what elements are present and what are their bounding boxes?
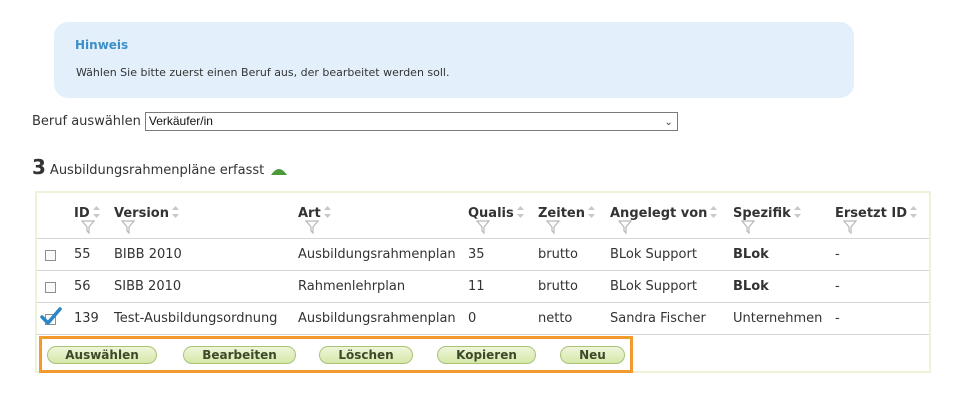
beruf-label: Beruf auswählen [32,113,141,129]
sort-icon[interactable] [793,205,802,223]
notice-box: Hinweis Wählen Sie bitte zuerst einen Be… [54,22,854,98]
sort-icon[interactable] [171,205,180,223]
cell-id: 139 [74,311,99,326]
new-button[interactable]: Neu [560,346,625,364]
cell-spezifik: BLok [733,279,769,294]
checkmark-icon [40,307,62,331]
filter-icon[interactable] [617,219,633,238]
cell-qualis: 0 [468,311,477,326]
cell-spezifik: Unternehmen [733,311,823,326]
cell-version: SIBB 2010 [114,279,182,294]
cell-id: 56 [74,279,91,294]
copy-button[interactable]: Kopieren [437,346,536,364]
sort-icon[interactable] [323,205,332,223]
cell-art: Ausbildungsrahmenplan [298,311,456,326]
collapse-arrow-icon[interactable] [270,161,288,180]
plan-count-number: 3 [32,155,46,179]
row-divider [37,334,929,335]
notice-title: Hinweis [75,38,129,52]
cell-angelegt: Sandra Fischer [610,311,706,326]
filter-icon[interactable] [475,219,491,238]
beruf-select[interactable]: Verkäufer/in ⌄ [144,111,678,131]
edit-button[interactable]: Bearbeiten [183,346,296,364]
cell-qualis: 11 [468,279,485,294]
delete-button[interactable]: Löschen [319,346,413,364]
filter-icon[interactable] [545,219,561,238]
plans-table: ID Version Art Qualis Zeiten Angelegt vo… [35,191,931,373]
filter-icon[interactable] [740,219,756,238]
select-button[interactable]: Auswählen [47,346,157,364]
cell-art: Rahmenlehrplan [298,279,406,294]
chevron-down-icon: ⌄ [664,116,673,128]
action-button-bar: Auswählen Bearbeiten Löschen Kopieren Ne… [39,336,633,373]
plan-count: 3 Ausbildungsrahmenpläne erfasst [32,155,288,179]
cell-id: 55 [74,247,91,262]
cell-angelegt: BLok Support [610,247,697,262]
filter-icon[interactable] [842,219,858,238]
cell-qualis: 35 [468,247,485,262]
filter-icon[interactable] [120,219,136,238]
cell-spezifik: BLok [733,247,769,262]
notice-text: Wählen Sie bitte zuerst einen Beruf aus,… [76,66,450,79]
beruf-select-row: Beruf auswählen Verkäufer/in ⌄ [32,111,678,131]
sort-icon[interactable] [709,205,718,223]
cell-version: BIBB 2010 [114,247,182,262]
plan-count-text: Ausbildungsrahmenpläne erfasst [49,163,265,178]
beruf-selected-value: Verkäufer/in [148,113,213,128]
cell-zeiten: brutto [538,247,578,262]
cell-art: Ausbildungsrahmenplan [298,247,456,262]
sort-icon[interactable] [516,205,525,223]
cell-version: Test-Ausbildungsordnung [114,311,278,326]
cell-ersetzt: - [835,247,840,262]
sort-icon[interactable] [909,205,918,223]
cell-zeiten: netto [538,311,573,326]
sort-icon[interactable] [587,205,596,223]
table-row[interactable]: 56 SIBB 2010 Rahmenlehrplan 11 brutto BL… [37,270,929,303]
row-checkbox[interactable] [45,250,56,261]
filter-icon[interactable] [80,219,96,238]
row-checkbox[interactable] [45,282,56,293]
cell-zeiten: brutto [538,279,578,294]
filter-icon[interactable] [304,219,320,238]
cell-angelegt: BLok Support [610,279,697,294]
header-qualis-label: Qualis [468,205,514,221]
table-row[interactable]: 55 BIBB 2010 Ausbildungsrahmenplan 35 br… [37,238,929,271]
cell-ersetzt: - [835,279,840,294]
cell-ersetzt: - [835,311,840,326]
table-row-selected[interactable]: 139 Test-Ausbildungsordnung Ausbildungsr… [37,302,929,335]
